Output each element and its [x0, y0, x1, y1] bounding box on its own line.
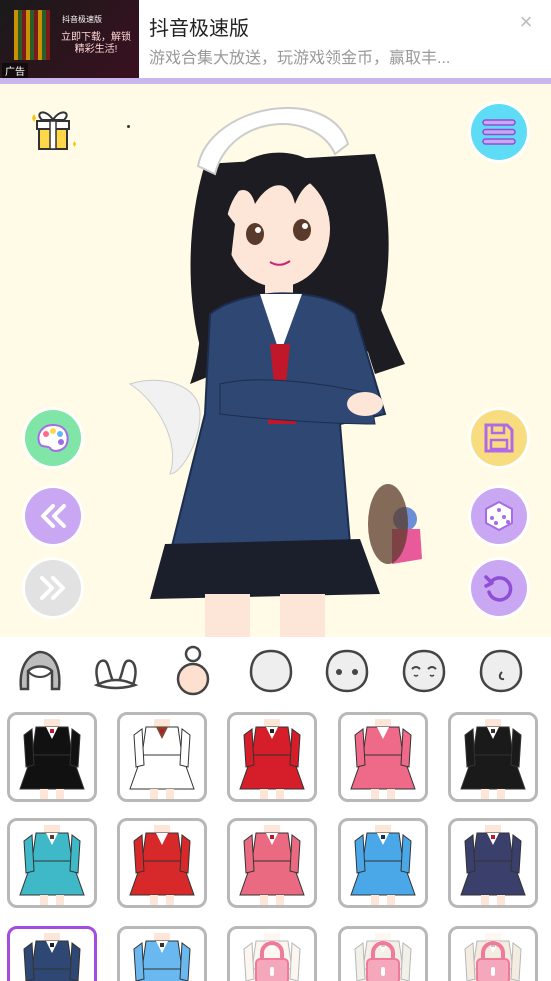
outfit-thumbnail: [239, 719, 305, 799]
tab-hair[interactable]: [12, 643, 68, 699]
outfit-card[interactable]: [227, 818, 317, 908]
outfit-card[interactable]: [117, 926, 207, 981]
rewind-icon: [41, 504, 66, 528]
tab-head[interactable]: [243, 643, 299, 699]
outfit-card[interactable]: [7, 926, 97, 981]
category-tab-bar: [0, 637, 551, 704]
tab-ears[interactable]: [88, 643, 144, 699]
fast-forward-icon: [40, 576, 65, 600]
outfit-thumbnail: [460, 719, 526, 799]
body-icon: [176, 645, 210, 696]
face-closed-eyes-icon: [402, 649, 446, 693]
tab-face-side[interactable]: [473, 643, 529, 699]
face-side-icon: [479, 649, 523, 693]
hair-back-icon: [19, 650, 61, 691]
lock-icon: [255, 941, 289, 981]
outfit-thumbnail: [19, 825, 85, 905]
outfit-thumbnail: [23, 933, 81, 981]
ad-thumb-text: 立即下载，解锁精彩生活!: [61, 32, 131, 55]
outfit-card[interactable]: [117, 818, 207, 908]
outfit-card[interactable]: [227, 712, 317, 802]
outfit-thumbnail: [239, 825, 305, 905]
undo-icon: [484, 575, 513, 602]
outfit-thumbnail: [460, 825, 526, 905]
bunny-ears-icon: [93, 659, 139, 690]
color-palette-button[interactable]: [25, 410, 81, 466]
ad-subtitle[interactable]: 游戏合集大放送，玩游戏领金币，赢取丰...: [149, 44, 509, 68]
menu-icon: [482, 119, 516, 145]
head-icon: [249, 649, 293, 693]
tab-eyes[interactable]: [319, 643, 375, 699]
gift-icon[interactable]: [28, 106, 78, 156]
outfit-thumbnail: [129, 825, 195, 905]
randomize-button[interactable]: [471, 488, 527, 544]
outfit-card[interactable]: [448, 712, 538, 802]
save-icon: [484, 423, 514, 453]
outfit-card[interactable]: [448, 818, 538, 908]
outfit-card[interactable]: [338, 818, 428, 908]
tab-expression[interactable]: [396, 643, 452, 699]
ad-thumb-brand: 抖音极速版: [62, 15, 102, 24]
outfit-card[interactable]: [117, 712, 207, 802]
face-eyes-icon: [325, 649, 369, 693]
ad-banner[interactable]: 抖音极速版 立即下载，解锁精彩生活! 广告 抖音极速版 游戏合集大放送，玩游戏领…: [0, 0, 551, 78]
ad-thumbnail[interactable]: 抖音极速版 立即下载，解锁精彩生活! 广告: [0, 0, 139, 78]
outfit-card-locked[interactable]: [448, 926, 538, 981]
outfit-thumbnail: [19, 719, 85, 799]
character-avatar: [128, 107, 422, 637]
next-button[interactable]: [25, 560, 81, 616]
outfit-card-locked[interactable]: [227, 926, 317, 981]
previous-button[interactable]: [25, 488, 81, 544]
save-button[interactable]: [471, 410, 527, 466]
palette-icon: [37, 423, 69, 452]
menu-button[interactable]: [471, 104, 527, 160]
outfit-thumbnail: [129, 719, 195, 799]
outfit-card[interactable]: [7, 712, 97, 802]
outfit-card-locked[interactable]: [338, 926, 428, 981]
dice-icon: [485, 500, 513, 532]
lock-icon: [476, 941, 510, 981]
lock-icon: [366, 941, 400, 981]
outfit-grid: [0, 703, 551, 981]
ad-label: 广告: [2, 63, 28, 78]
character-stage: [0, 84, 551, 637]
outfit-thumbnail: [133, 933, 191, 981]
outfit-thumbnail: [350, 825, 416, 905]
outfit-thumbnail: [350, 719, 416, 799]
ad-title[interactable]: 抖音极速版: [149, 12, 249, 41]
outfit-card[interactable]: [7, 818, 97, 908]
ad-game-grid: [14, 10, 50, 60]
undo-button[interactable]: [471, 560, 527, 616]
ad-close-icon[interactable]: ×: [514, 10, 538, 34]
tab-body[interactable]: [165, 643, 221, 699]
outfit-card[interactable]: [338, 712, 428, 802]
